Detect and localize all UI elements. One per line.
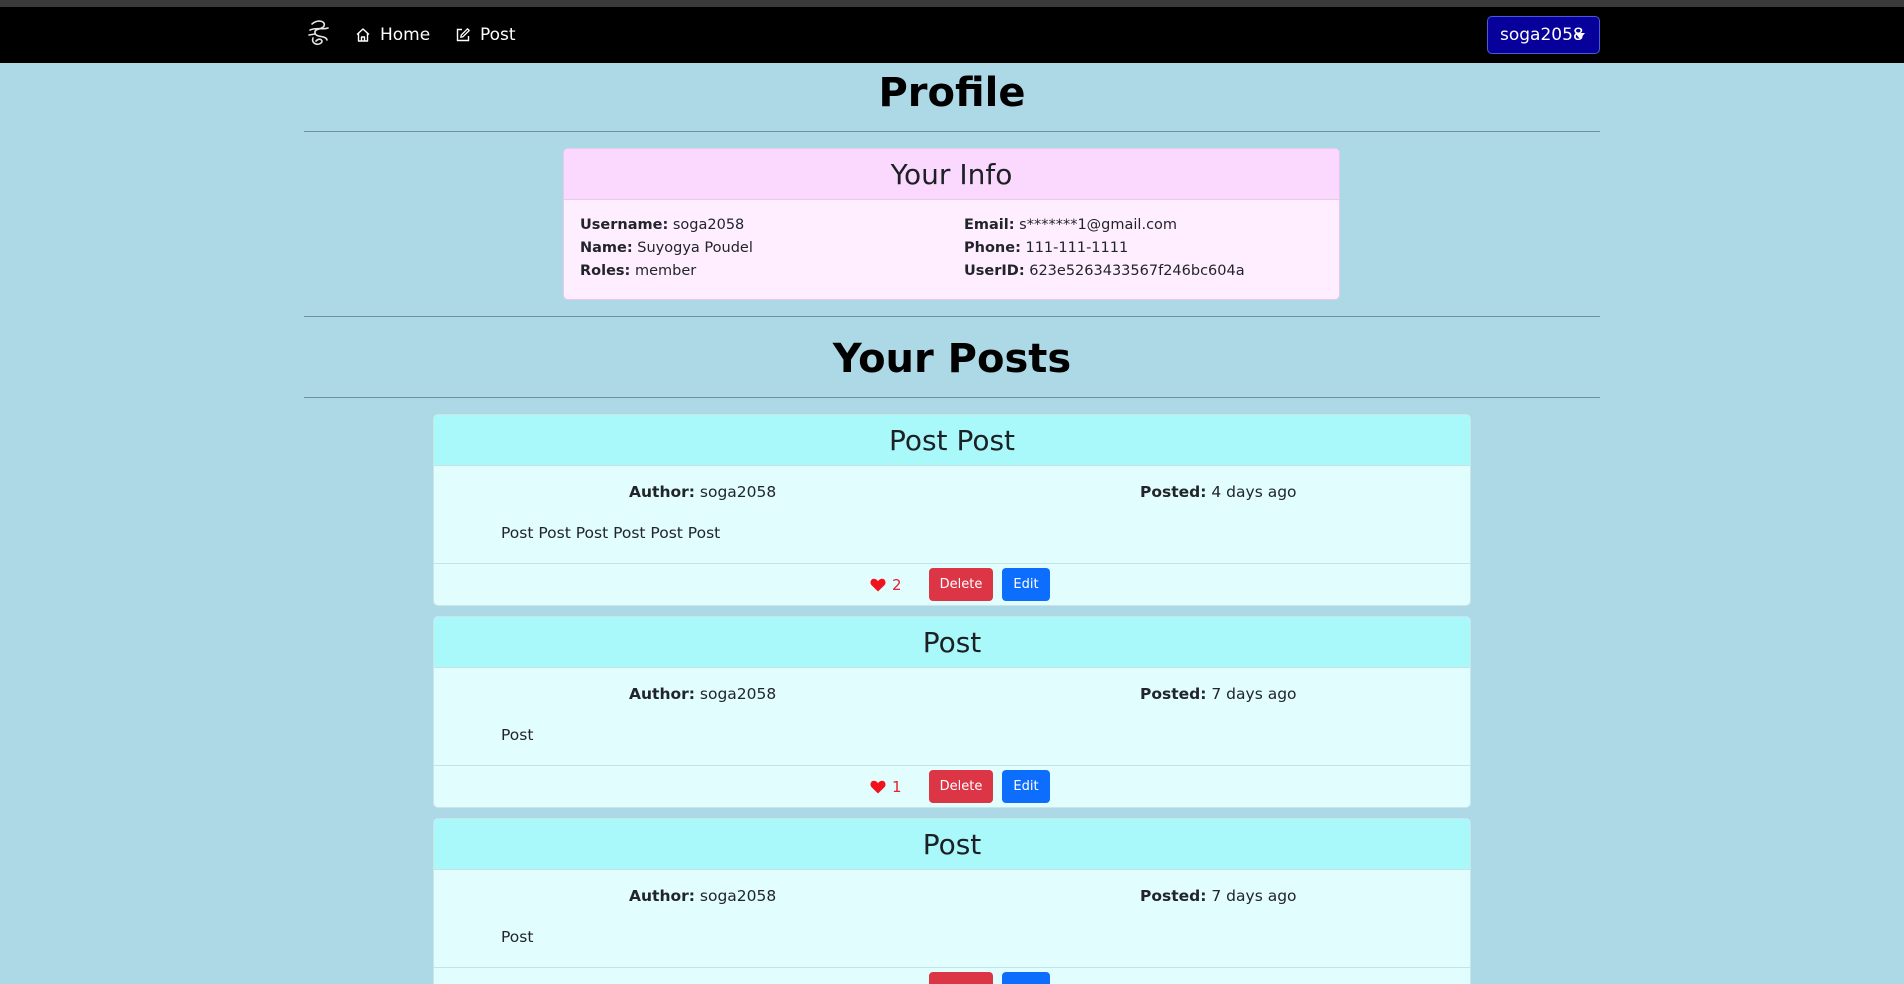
navbar: Home Post soga2058 <box>0 7 1904 63</box>
nav-home-link[interactable]: Home <box>355 24 430 46</box>
author-label: Author: <box>629 685 695 703</box>
post-card: Post Author: soga2058 Posted: 7 days ago… <box>433 818 1471 984</box>
user-dropdown-button[interactable]: soga2058 <box>1487 16 1600 54</box>
window-top-strip <box>0 0 1904 7</box>
edit-button[interactable]: Edit <box>1002 568 1050 601</box>
post-date: Posted: 7 days ago <box>1140 887 1297 905</box>
author-value: soga2058 <box>699 685 777 703</box>
like-count: 2 <box>892 576 902 594</box>
info-roles-row: Roles: member <box>580 263 696 279</box>
like-button[interactable]: 2 <box>870 576 902 594</box>
edit-square-icon <box>456 28 470 42</box>
nav-home-label: Home <box>380 25 431 45</box>
info-name-row: Name: Suyogya Poudel <box>580 240 753 256</box>
post-title: Post Post <box>434 415 1470 466</box>
author-value: soga2058 <box>699 887 777 905</box>
roles-label: Roles: <box>580 263 631 279</box>
post-title: Post <box>434 617 1470 668</box>
posted-value: 7 days ago <box>1211 685 1297 703</box>
edit-button[interactable] <box>1002 972 1050 984</box>
posted-value: 4 days ago <box>1211 483 1297 501</box>
info-userid-row: UserID: 623e5263433567f246bc604a <box>964 263 1245 279</box>
delete-button[interactable]: Delete <box>929 568 993 601</box>
posted-label: Posted: <box>1140 887 1207 905</box>
name-label: Name: <box>580 240 633 256</box>
posted-label: Posted: <box>1140 483 1207 501</box>
email-value: s*******1@gmail.com <box>1019 217 1178 233</box>
delete-button[interactable] <box>929 972 993 984</box>
post-card: Post Author: soga2058 Posted: 7 days ago… <box>433 616 1471 808</box>
post-body: Post <box>501 928 534 946</box>
heart-icon <box>870 578 886 592</box>
post-author: Author: soga2058 <box>629 483 776 501</box>
username-value: soga2058 <box>672 217 745 233</box>
post-body: Post Post Post Post Post Post <box>501 524 721 542</box>
userid-label: UserID: <box>964 263 1025 279</box>
post-card: Post Post Author: soga2058 Posted: 4 day… <box>433 414 1471 606</box>
phone-label: Phone: <box>964 240 1021 256</box>
info-email-row: Email: s*******1@gmail.com <box>964 217 1177 233</box>
author-value: soga2058 <box>699 483 777 501</box>
nav-post-link[interactable]: Post <box>455 24 516 46</box>
posted-label: Posted: <box>1140 685 1207 703</box>
post-body: Post <box>501 726 534 744</box>
delete-button[interactable]: Delete <box>929 770 993 803</box>
posts-section-title: Your Posts <box>832 336 1072 382</box>
chevron-down-icon <box>1575 33 1585 39</box>
post-footer <box>434 967 1470 984</box>
post-footer: 2 Delete Edit <box>434 563 1470 605</box>
info-card-title: Your Info <box>564 149 1339 200</box>
author-label: Author: <box>629 483 695 501</box>
like-button[interactable]: 1 <box>870 778 902 796</box>
username-label: Username: <box>580 217 669 233</box>
post-date: Posted: 4 days ago <box>1140 483 1297 501</box>
author-label: Author: <box>629 887 695 905</box>
phone-value: 111-111-1111 <box>1025 240 1129 256</box>
edit-button[interactable]: Edit <box>1002 770 1050 803</box>
page-title: Profile <box>878 70 1026 116</box>
name-value: Suyogya Poudel <box>637 240 753 256</box>
heart-icon <box>870 780 886 794</box>
divider <box>304 397 1600 398</box>
post-author: Author: soga2058 <box>629 685 776 703</box>
post-title: Post <box>434 819 1470 870</box>
post-footer: 1 Delete Edit <box>434 765 1470 807</box>
divider <box>304 131 1600 132</box>
posted-value: 7 days ago <box>1211 887 1297 905</box>
like-count: 1 <box>892 778 902 796</box>
post-author: Author: soga2058 <box>629 887 776 905</box>
info-phone-row: Phone: 111-111-1111 <box>964 240 1128 256</box>
nav-post-label: Post <box>480 25 516 45</box>
roles-value: member <box>634 263 697 279</box>
divider <box>304 316 1600 317</box>
userid-value: 623e5263433567f246bc604a <box>1029 263 1245 279</box>
info-username-row: Username: soga2058 <box>580 217 744 233</box>
home-icon <box>356 28 370 42</box>
user-dropdown-label: soga2058 <box>1500 25 1584 45</box>
post-date: Posted: 7 days ago <box>1140 685 1297 703</box>
brand-logo-icon[interactable] <box>306 18 332 48</box>
email-label: Email: <box>964 217 1015 233</box>
